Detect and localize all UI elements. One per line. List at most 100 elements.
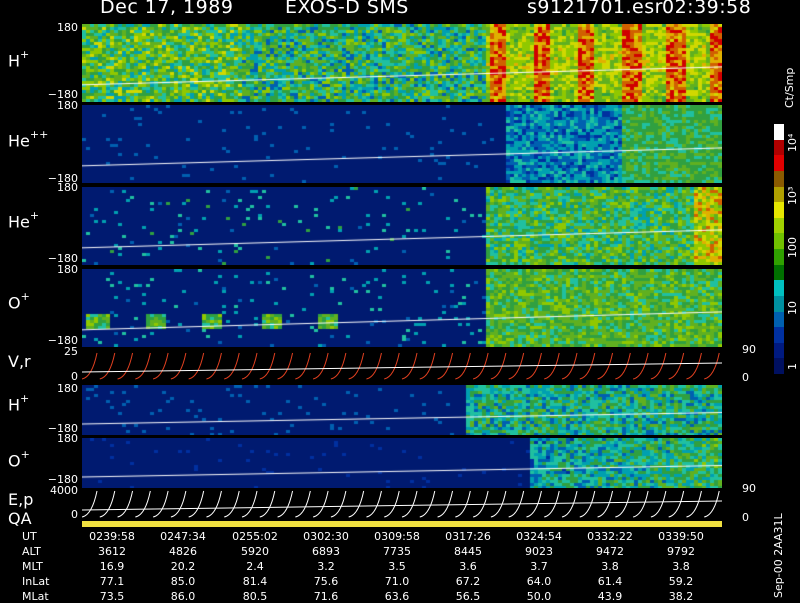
colorbar-cell [774, 155, 784, 171]
footer-value: 50.0 [526, 590, 552, 603]
line-panel-ep [82, 489, 722, 519]
footer-value: 43.9 [597, 590, 623, 603]
trace-segment [295, 490, 311, 518]
footer-value: 8445 [454, 545, 482, 558]
ytick: 25 [64, 345, 78, 358]
colorbar-cell [774, 249, 784, 265]
footer-value: 5920 [241, 545, 269, 558]
footer-value: 20.2 [170, 560, 196, 573]
heatmap-panel-he1 [82, 187, 722, 265]
panel-label-he1: He+ [8, 209, 40, 232]
trace-segment [650, 352, 667, 380]
footer-value: 56.5 [455, 590, 481, 603]
colorbar-cell [774, 264, 784, 281]
colorbar-tick-100: 100 [786, 237, 799, 258]
colorbar-cell [774, 280, 784, 296]
trace-segment [99, 352, 116, 380]
colorbar-cell [774, 358, 784, 374]
footer-value: 0332:22 [587, 530, 633, 543]
trace-segment [384, 490, 400, 518]
footer-value: 73.5 [99, 590, 125, 603]
right-tick: 90 [742, 482, 756, 495]
ytick: 0 [71, 508, 78, 521]
footer-value: 3.7 [530, 560, 548, 573]
trace-segment [615, 352, 631, 380]
footer-value: 75.6 [313, 575, 339, 588]
trace-segment [295, 352, 311, 380]
trace-segment [704, 490, 720, 518]
footer-row-label: MLat [22, 590, 49, 603]
ytick: 180 [57, 263, 78, 276]
trace-segment [312, 352, 329, 380]
footer-value: 0324:54 [516, 530, 562, 543]
colorbar-cell [774, 342, 784, 359]
header-instrument: EXOS-D SMS [285, 0, 409, 18]
trace-segment [152, 490, 169, 518]
footer-value: 63.6 [384, 590, 410, 603]
trace-segment [82, 490, 98, 518]
footer-value: 3.2 [317, 560, 335, 573]
trace-segment [544, 352, 560, 380]
footer-value: 64.0 [526, 575, 552, 588]
colorbar [774, 124, 784, 374]
heatmap-panel-o2 [82, 438, 722, 488]
colorbar-tick-1: 1 [786, 363, 799, 370]
heatmap-canvas [82, 269, 722, 347]
panel-label-h2: H+ [8, 392, 30, 415]
colorbar-cell [774, 202, 784, 218]
footer-value: 71.6 [313, 590, 339, 603]
footer-value: 16.9 [99, 560, 125, 573]
right-tick: 90 [742, 343, 756, 356]
colorbar-tick-1e3: 10³ [786, 186, 799, 205]
footer-value: 77.1 [99, 575, 125, 588]
trace-segment [152, 352, 169, 380]
colorbar-cell [774, 233, 784, 249]
colorbar-cell [774, 327, 784, 343]
colorbar-units: Ct/Smp [783, 67, 796, 108]
trace-segment [704, 352, 720, 380]
footer-value: 86.0 [170, 590, 196, 603]
panel-label-h1: H+ [8, 48, 30, 71]
footer-value: 0302:30 [303, 530, 349, 543]
trace-segment [170, 490, 187, 518]
heatmap-canvas [82, 187, 722, 265]
footer-value: 3.6 [459, 560, 477, 573]
footer-value: 0247:34 [160, 530, 206, 543]
footer-value: 0309:58 [374, 530, 420, 543]
side-note: Sep-00 2AA31L [772, 513, 785, 598]
trace-segment [366, 352, 382, 380]
trace-segment [401, 490, 418, 518]
footer-value: 71.0 [384, 575, 410, 588]
trace-segment [99, 490, 116, 518]
colorbar-cell [774, 295, 784, 312]
trace-segment [206, 352, 222, 380]
footer-row-label: InLat [22, 575, 50, 588]
trace-segment [455, 352, 471, 380]
qa-bar [82, 521, 722, 527]
trace-segment [455, 490, 471, 518]
footer-value: 3.8 [601, 560, 619, 573]
colorbar-tick-10: 10 [786, 301, 799, 315]
panel-label-vr: V,r [8, 352, 31, 371]
footer-value: 9023 [525, 545, 553, 558]
trace-segment [348, 352, 365, 380]
panel-label-ep: E,p [8, 490, 34, 509]
footer-value: 3612 [98, 545, 126, 558]
colorbar-cell [774, 139, 784, 156]
colorbar-tick-1e4: 10⁴ [786, 133, 799, 152]
trace-segment [348, 490, 365, 518]
ytick: 180 [57, 432, 78, 445]
trace-segment [561, 352, 578, 380]
footer-value: 59.2 [668, 575, 694, 588]
footer-value: 80.5 [242, 590, 268, 603]
trace-segment [330, 352, 347, 380]
right-tick: 0 [742, 511, 749, 524]
trace-segment [579, 352, 596, 380]
right-tick: 0 [742, 371, 749, 384]
footer-value: 2.4 [246, 560, 264, 573]
trace-segment [561, 490, 578, 518]
trace-segment [224, 352, 240, 380]
colorbar-cell [774, 186, 784, 203]
heatmap-panel-h1 [82, 24, 722, 102]
trace-segment [384, 352, 400, 380]
